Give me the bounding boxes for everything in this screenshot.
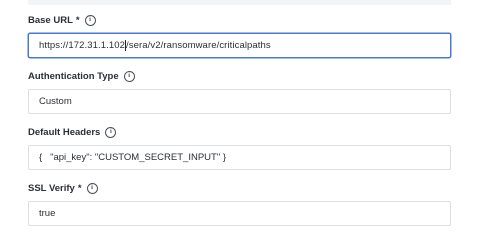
info-icon[interactable]: i xyxy=(86,182,98,194)
authentication-type-field: Authentication Type i Custom xyxy=(28,69,451,114)
base-url-input[interactable]: https://172.31.1.102/sera/v2/ransomware/… xyxy=(28,33,451,58)
ssl-verify-input[interactable]: true xyxy=(28,201,451,226)
ssl-verify-value: true xyxy=(39,208,56,219)
authentication-type-input[interactable]: Custom xyxy=(28,89,451,114)
connection-settings-form: Base URL * i https://172.31.1.102/sera/v… xyxy=(0,0,483,239)
default-headers-label-row: Default Headers i xyxy=(28,125,451,139)
base-url-label: Base URL xyxy=(28,14,73,26)
required-marker: * xyxy=(77,182,82,194)
base-url-value-start: https://172.31.1.102 xyxy=(39,40,125,51)
info-icon[interactable]: i xyxy=(123,70,135,82)
default-headers-label: Default Headers xyxy=(28,126,101,138)
info-icon[interactable]: i xyxy=(84,14,96,26)
ssl-verify-label-row: SSL Verify * i xyxy=(28,181,451,195)
base-url-label-row: Base URL * i xyxy=(28,13,451,27)
required-marker: * xyxy=(75,14,80,26)
default-headers-value: { "api_key": "CUSTOM_SECRET_INPUT" } xyxy=(39,152,227,163)
base-url-field: Base URL * i https://172.31.1.102/sera/v… xyxy=(28,13,451,58)
previous-field-edge xyxy=(28,0,451,5)
base-url-value-end: /sera/v2/ransomware/criticalpaths xyxy=(125,40,271,51)
info-icon[interactable]: i xyxy=(105,126,117,138)
authentication-type-value: Custom xyxy=(39,96,72,107)
default-headers-input[interactable]: { "api_key": "CUSTOM_SECRET_INPUT" } xyxy=(28,145,451,170)
authentication-type-label: Authentication Type xyxy=(28,70,119,82)
default-headers-field: Default Headers i { "api_key": "CUSTOM_S… xyxy=(28,125,451,170)
ssl-verify-label: SSL Verify xyxy=(28,182,75,194)
ssl-verify-field: SSL Verify * i true xyxy=(28,181,451,226)
authentication-type-label-row: Authentication Type i xyxy=(28,69,451,83)
